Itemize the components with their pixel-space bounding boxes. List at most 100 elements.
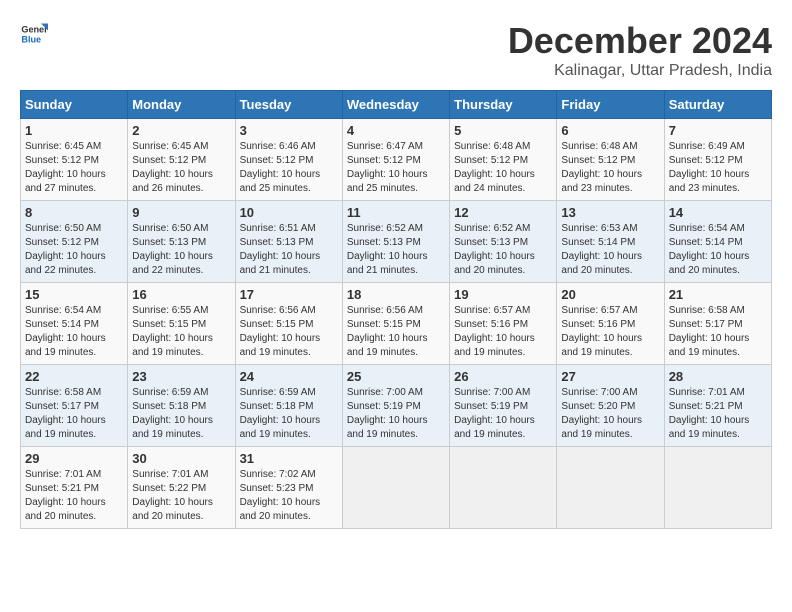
day-info: Sunrise: 6:48 AM Sunset: 5:12 PM Dayligh…: [454, 140, 552, 196]
header-friday: Friday: [557, 91, 664, 119]
day-number: 10: [240, 205, 338, 220]
day-info: Sunrise: 6:45 AM Sunset: 5:12 PM Dayligh…: [132, 140, 230, 196]
header-wednesday: Wednesday: [342, 91, 449, 119]
week-row-2: 8 Sunrise: 6:50 AM Sunset: 5:12 PM Daylig…: [21, 201, 772, 283]
calendar-cell: 3 Sunrise: 6:46 AM Sunset: 5:12 PM Daylig…: [235, 119, 342, 201]
day-info: Sunrise: 6:58 AM Sunset: 5:17 PM Dayligh…: [669, 304, 767, 360]
calendar-cell: 11 Sunrise: 6:52 AM Sunset: 5:13 PM Dayli…: [342, 201, 449, 283]
day-number: 30: [132, 451, 230, 466]
header-monday: Monday: [128, 91, 235, 119]
day-number: 26: [454, 369, 552, 384]
day-info: Sunrise: 7:01 AM Sunset: 5:21 PM Dayligh…: [669, 386, 767, 442]
calendar-cell: 27 Sunrise: 7:00 AM Sunset: 5:20 PM Dayli…: [557, 365, 664, 447]
day-number: 13: [561, 205, 659, 220]
calendar-cell: 12Sunrise: 6:52 AM Sunset: 5:13 PM Dayli…: [450, 201, 557, 283]
day-info: Sunrise: 6:49 AM Sunset: 5:12 PM Dayligh…: [669, 140, 767, 196]
calendar-cell: 26 Sunrise: 7:00 AM Sunset: 5:19 PM Dayli…: [450, 365, 557, 447]
day-info: Sunrise: 6:54 AM Sunset: 5:14 PM Dayligh…: [25, 304, 123, 360]
calendar-cell: 5 Sunrise: 6:48 AM Sunset: 5:12 PM Daylig…: [450, 119, 557, 201]
header-row: Sunday Monday Tuesday Wednesday Thursday…: [21, 91, 772, 119]
day-number: 25: [347, 369, 445, 384]
calendar-cell: [557, 447, 664, 529]
day-number: 2: [132, 123, 230, 138]
calendar-cell: [450, 447, 557, 529]
month-title: December 2024: [508, 20, 772, 62]
day-info: Sunrise: 6:50 AM Sunset: 5:12 PM Dayligh…: [25, 222, 123, 278]
day-info: Sunrise: 6:54 AM Sunset: 5:14 PM Dayligh…: [669, 222, 767, 278]
week-row-3: 15 Sunrise: 6:54 AM Sunset: 5:14 PM Dayli…: [21, 283, 772, 365]
day-info: Sunrise: 6:46 AM Sunset: 5:12 PM Dayligh…: [240, 140, 338, 196]
calendar-cell: 28 Sunrise: 7:01 AM Sunset: 5:21 PM Dayli…: [664, 365, 771, 447]
day-number: 17: [240, 287, 338, 302]
day-number: 4: [347, 123, 445, 138]
day-info: Sunrise: 7:00 AM Sunset: 5:19 PM Dayligh…: [454, 386, 552, 442]
day-info: Sunrise: 7:01 AM Sunset: 5:21 PM Dayligh…: [25, 468, 123, 524]
calendar-cell: [342, 447, 449, 529]
header-saturday: Saturday: [664, 91, 771, 119]
calendar-cell: 21 Sunrise: 6:58 AM Sunset: 5:17 PM Dayli…: [664, 283, 771, 365]
day-info: Sunrise: 6:53 AM Sunset: 5:14 PM Dayligh…: [561, 222, 659, 278]
day-info: Sunrise: 6:55 AM Sunset: 5:15 PM Dayligh…: [132, 304, 230, 360]
day-number: 8: [25, 205, 123, 220]
calendar-cell: 20Sunrise: 6:57 AM Sunset: 5:16 PM Dayli…: [557, 283, 664, 365]
day-number: 27: [561, 369, 659, 384]
header-tuesday: Tuesday: [235, 91, 342, 119]
day-number: 1: [25, 123, 123, 138]
header-thursday: Thursday: [450, 91, 557, 119]
day-number: 5: [454, 123, 552, 138]
week-row-5: 29 Sunrise: 7:01 AM Sunset: 5:21 PM Dayli…: [21, 447, 772, 529]
day-number: 9: [132, 205, 230, 220]
day-info: Sunrise: 7:00 AM Sunset: 5:19 PM Dayligh…: [347, 386, 445, 442]
day-number: 15: [25, 287, 123, 302]
day-number: 23: [132, 369, 230, 384]
day-number: 24: [240, 369, 338, 384]
day-number: 3: [240, 123, 338, 138]
day-info: Sunrise: 6:51 AM Sunset: 5:13 PM Dayligh…: [240, 222, 338, 278]
logo: General Blue: [20, 20, 48, 48]
day-number: 11: [347, 205, 445, 220]
calendar-cell: 17 Sunrise: 6:56 AM Sunset: 5:15 PM Dayli…: [235, 283, 342, 365]
day-number: 18: [347, 287, 445, 302]
calendar-cell: 10 Sunrise: 6:51 AM Sunset: 5:13 PM Dayli…: [235, 201, 342, 283]
day-number: 16: [132, 287, 230, 302]
calendar-cell: 25 Sunrise: 7:00 AM Sunset: 5:19 PM Dayli…: [342, 365, 449, 447]
svg-text:Blue: Blue: [21, 34, 41, 44]
day-number: 31: [240, 451, 338, 466]
day-number: 21: [669, 287, 767, 302]
day-number: 29: [25, 451, 123, 466]
location-subtitle: Kalinagar, Uttar Pradesh, India: [508, 62, 772, 80]
calendar-cell: 9Sunrise: 6:50 AM Sunset: 5:13 PM Daylig…: [128, 201, 235, 283]
calendar-cell: 16 Sunrise: 6:55 AM Sunset: 5:15 PM Dayli…: [128, 283, 235, 365]
calendar-cell: 4 Sunrise: 6:47 AM Sunset: 5:12 PM Daylig…: [342, 119, 449, 201]
day-info: Sunrise: 6:47 AM Sunset: 5:12 PM Dayligh…: [347, 140, 445, 196]
title-block: December 2024 Kalinagar, Uttar Pradesh, …: [508, 20, 772, 80]
calendar-cell: 1 Sunrise: 6:45 AM Sunset: 5:12 PM Daylig…: [21, 119, 128, 201]
calendar-cell: [664, 447, 771, 529]
week-row-4: 22Sunrise: 6:58 AM Sunset: 5:17 PM Dayli…: [21, 365, 772, 447]
day-info: Sunrise: 6:59 AM Sunset: 5:18 PM Dayligh…: [132, 386, 230, 442]
calendar-cell: 31Sunrise: 7:02 AM Sunset: 5:23 PM Dayli…: [235, 447, 342, 529]
day-info: Sunrise: 6:58 AM Sunset: 5:17 PM Dayligh…: [25, 386, 123, 442]
day-info: Sunrise: 7:01 AM Sunset: 5:22 PM Dayligh…: [132, 468, 230, 524]
day-info: Sunrise: 6:52 AM Sunset: 5:13 PM Dayligh…: [347, 222, 445, 278]
calendar-cell: 24Sunrise: 6:59 AM Sunset: 5:18 PM Dayli…: [235, 365, 342, 447]
day-info: Sunrise: 6:56 AM Sunset: 5:15 PM Dayligh…: [240, 304, 338, 360]
calendar-cell: 19 Sunrise: 6:57 AM Sunset: 5:16 PM Dayli…: [450, 283, 557, 365]
day-info: Sunrise: 6:45 AM Sunset: 5:12 PM Dayligh…: [25, 140, 123, 196]
day-info: Sunrise: 6:57 AM Sunset: 5:16 PM Dayligh…: [561, 304, 659, 360]
calendar-cell: 18 Sunrise: 6:56 AM Sunset: 5:15 PM Dayli…: [342, 283, 449, 365]
calendar-cell: 23 Sunrise: 6:59 AM Sunset: 5:18 PM Dayli…: [128, 365, 235, 447]
day-number: 19: [454, 287, 552, 302]
day-info: Sunrise: 7:00 AM Sunset: 5:20 PM Dayligh…: [561, 386, 659, 442]
calendar-cell: 8 Sunrise: 6:50 AM Sunset: 5:12 PM Daylig…: [21, 201, 128, 283]
calendar-table: Sunday Monday Tuesday Wednesday Thursday…: [20, 90, 772, 529]
calendar-cell: 6Sunrise: 6:48 AM Sunset: 5:12 PM Daylig…: [557, 119, 664, 201]
day-number: 12: [454, 205, 552, 220]
day-info: Sunrise: 6:56 AM Sunset: 5:15 PM Dayligh…: [347, 304, 445, 360]
day-info: Sunrise: 6:57 AM Sunset: 5:16 PM Dayligh…: [454, 304, 552, 360]
day-info: Sunrise: 6:48 AM Sunset: 5:12 PM Dayligh…: [561, 140, 659, 196]
logo-icon: General Blue: [20, 20, 48, 48]
calendar-cell: 7Sunrise: 6:49 AM Sunset: 5:12 PM Daylig…: [664, 119, 771, 201]
day-number: 14: [669, 205, 767, 220]
day-number: 28: [669, 369, 767, 384]
